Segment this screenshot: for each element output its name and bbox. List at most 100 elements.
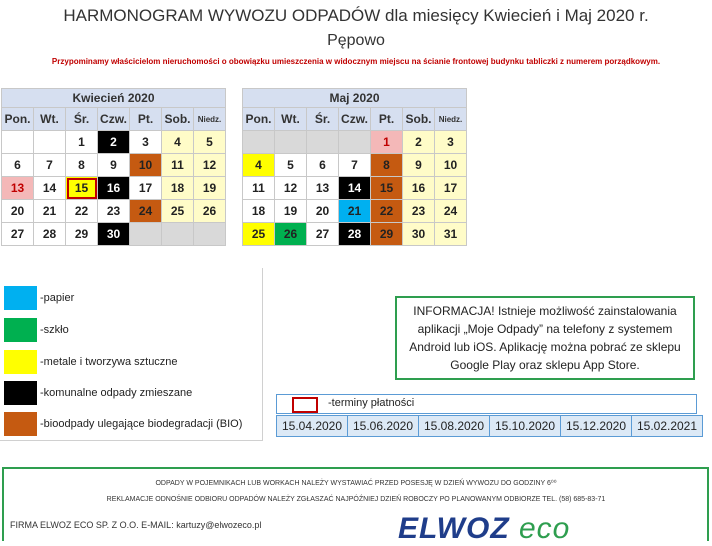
calendar-day: 16 xyxy=(97,176,130,200)
weekday-header: Pt. xyxy=(370,107,403,131)
calendar-day: 15 xyxy=(65,176,98,200)
calendar-day: 1 xyxy=(65,130,98,154)
calendar-day: 7 xyxy=(33,153,66,177)
calendar-day: 23 xyxy=(97,199,130,223)
app-info-box: INFORMACJA! Istnieje możliwość zainstalo… xyxy=(395,296,695,380)
calendar-day xyxy=(161,222,194,246)
calendar-day: 26 xyxy=(193,199,226,223)
calendar-day: 22 xyxy=(65,199,98,223)
calendar-day: 8 xyxy=(370,153,403,177)
footer-complaints: REKLAMACJE ODNOŚNIE ODBIORU ODPADÓW NALE… xyxy=(106,496,606,503)
calendar-day: 15 xyxy=(370,176,403,200)
calendar-day xyxy=(33,130,66,154)
calendar-day: 4 xyxy=(242,153,275,177)
payment-legend-label: -terminy płatności xyxy=(328,397,415,409)
calendar-day xyxy=(338,130,371,154)
calendar-day xyxy=(274,130,307,154)
calendar-day xyxy=(306,130,339,154)
house-number-notice: Przypominamy właścicielom nieruchomości … xyxy=(51,57,661,66)
weekday-header: Czw. xyxy=(338,107,371,131)
weekday-header: Pon. xyxy=(242,107,275,131)
calendar-april: Kwiecień 2020 Pon. Wt. Śr. Czw. Pt. Sob. Niedz.… xyxy=(1,88,226,246)
calendar-day: 24 xyxy=(434,199,467,223)
calendar-day: 10 xyxy=(129,153,162,177)
footer-pickup-rule: ODPADY W POJEMNIKACH LUB WORKACH NALEŻY … xyxy=(155,480,557,487)
legend-swatch-mixed-waste xyxy=(4,381,37,405)
calendar-may: Maj 2020 Pon. Wt. Śr. Czw. Pt. Sob. Niedz. 1 2 3 4 5… xyxy=(242,88,467,246)
legend-swatch-bio xyxy=(4,412,37,436)
calendar-day: 4 xyxy=(161,130,194,154)
calendar-day: 6 xyxy=(306,153,339,177)
weekday-header: Sob. xyxy=(161,107,194,131)
legend-label-bio: -bioodpady ulegające biodegradacji (BIO) xyxy=(40,418,243,430)
legend-label-glass: -szkło xyxy=(40,324,69,336)
calendar-day xyxy=(129,222,162,246)
calendar-day: 23 xyxy=(402,199,435,223)
legend: -papier -szkło -metale i tworzywa sztucz… xyxy=(0,268,263,441)
calendar-day: 1 xyxy=(370,130,403,154)
calendar-day: 27 xyxy=(1,222,34,246)
calendar-day: 12 xyxy=(274,176,307,200)
weekday-header: Czw. xyxy=(97,107,130,131)
payment-date: 15.04.2020 xyxy=(276,415,348,437)
weekday-header: Niedz. xyxy=(193,107,226,131)
calendar-day: 9 xyxy=(402,153,435,177)
calendar-day: 29 xyxy=(65,222,98,246)
calendar-day: 12 xyxy=(193,153,226,177)
legend-label-metals-plastics: -metale i tworzywa sztuczne xyxy=(40,356,178,368)
calendar-day: 21 xyxy=(33,199,66,223)
calendar-day: 5 xyxy=(193,130,226,154)
calendar-day: 11 xyxy=(242,176,275,200)
calendar-day: 17 xyxy=(434,176,467,200)
payment-date: 15.08.2020 xyxy=(418,415,490,437)
weekday-header: Śr. xyxy=(306,107,339,131)
payment-date: 15.02.2021 xyxy=(631,415,703,437)
legend-label-mixed-waste: -komunalne odpady zmieszane xyxy=(40,387,193,399)
calendar-day: 19 xyxy=(193,176,226,200)
calendar-day: 20 xyxy=(306,199,339,223)
calendar-day: 29 xyxy=(370,222,403,246)
weekday-header: Śr. xyxy=(65,107,98,131)
weekday-header: Pt. xyxy=(129,107,162,131)
calendar-day: 20 xyxy=(1,199,34,223)
calendar-day: 21 xyxy=(338,199,371,223)
calendar-day xyxy=(193,222,226,246)
calendar-day: 22 xyxy=(370,199,403,223)
calendar-day: 13 xyxy=(306,176,339,200)
calendar-day: 8 xyxy=(65,153,98,177)
calendar-day: 13 xyxy=(1,176,34,200)
calendar-day: 24 xyxy=(129,199,162,223)
payment-date: 15.10.2020 xyxy=(489,415,561,437)
calendar-day: 3 xyxy=(129,130,162,154)
calendar-day: 18 xyxy=(242,199,275,223)
calendar-day: 25 xyxy=(242,222,275,246)
calendar-day xyxy=(242,130,275,154)
calendar-day: 2 xyxy=(97,130,130,154)
payment-date: 15.06.2020 xyxy=(347,415,419,437)
location-subtitle: Pępowo xyxy=(327,32,385,49)
weekday-header: Niedz. xyxy=(434,107,467,131)
weekday-header: Wt. xyxy=(274,107,307,131)
payment-date: 15.12.2020 xyxy=(560,415,632,437)
calendar-day: 3 xyxy=(434,130,467,154)
calendar-day: 18 xyxy=(161,176,194,200)
weekday-header: Sob. xyxy=(402,107,435,131)
calendar-day: 5 xyxy=(274,153,307,177)
payment-dates-table: 15.04.2020 15.06.2020 15.08.2020 15.10.2… xyxy=(276,415,703,437)
calendar-day: 28 xyxy=(338,222,371,246)
calendar-day: 14 xyxy=(33,176,66,200)
calendar-day: 11 xyxy=(161,153,194,177)
legend-swatch-glass xyxy=(4,318,37,342)
weekday-header: Wt. xyxy=(33,107,66,131)
calendar-day: 16 xyxy=(402,176,435,200)
calendar-day: 31 xyxy=(434,222,467,246)
calendar-day: 30 xyxy=(402,222,435,246)
payment-marker-swatch xyxy=(292,397,318,413)
calendar-day xyxy=(1,130,34,154)
month-title: Maj 2020 xyxy=(242,88,467,108)
legend-swatch-metals-plastics xyxy=(4,350,37,374)
legend-label-paper: -papier xyxy=(40,292,75,304)
calendar-day: 7 xyxy=(338,153,371,177)
calendar-day: 2 xyxy=(402,130,435,154)
calendar-day: 10 xyxy=(434,153,467,177)
